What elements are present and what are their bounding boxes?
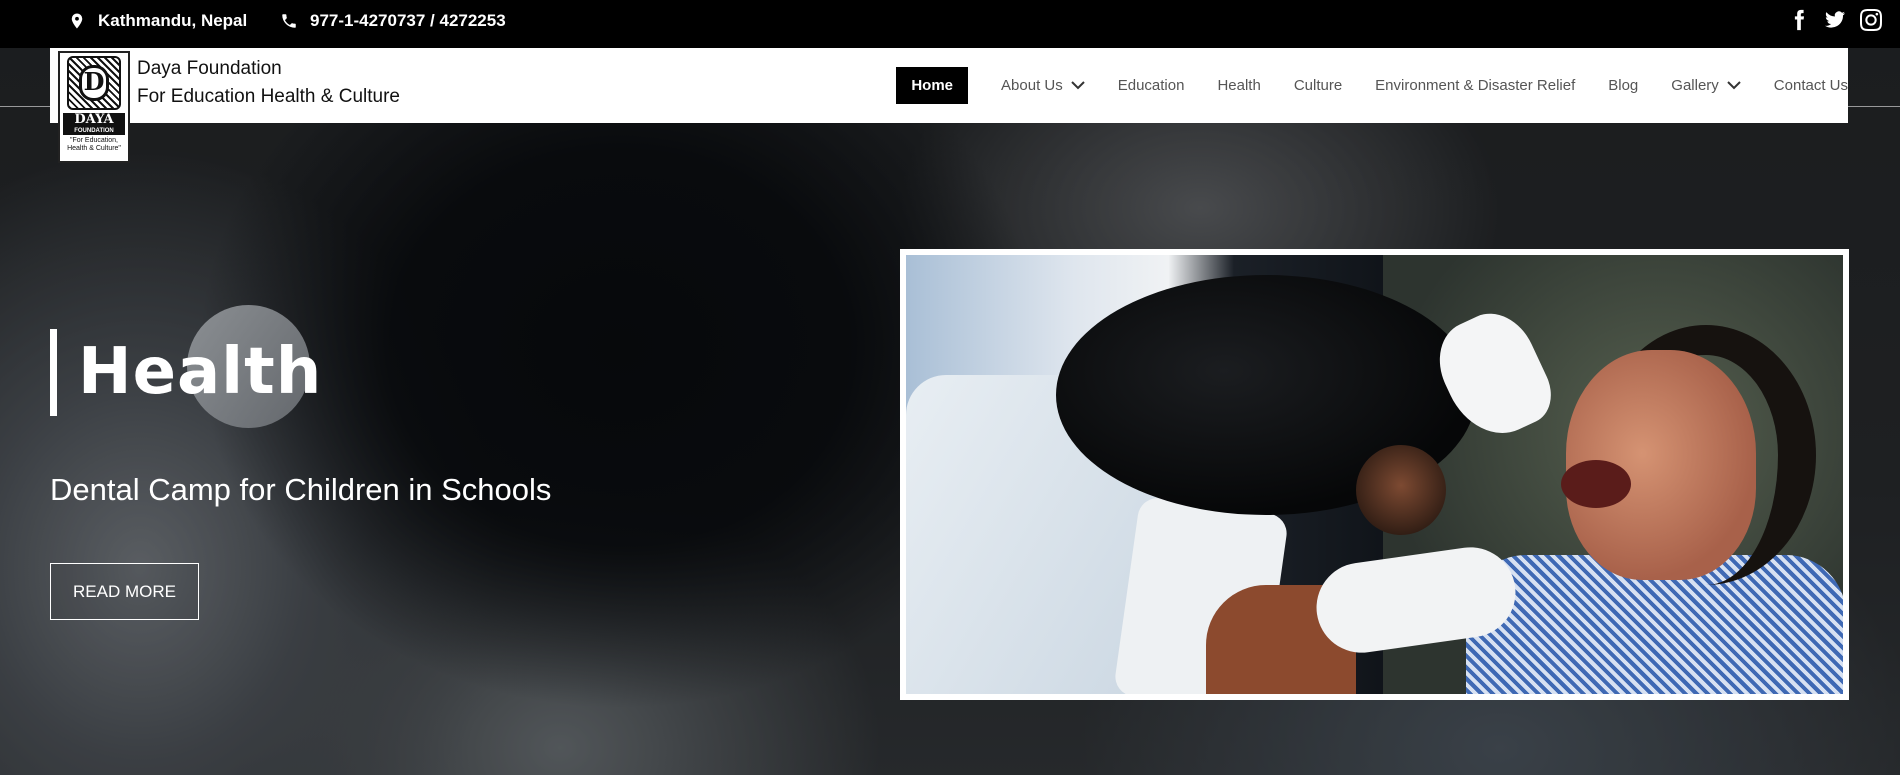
nav-item-home[interactable]: Home xyxy=(896,67,969,104)
nav-item-health[interactable]: Health xyxy=(1217,77,1260,94)
nav-label: Health xyxy=(1217,77,1261,94)
nav-item-gallery[interactable]: Gallery xyxy=(1671,77,1741,94)
nav-item-contact-us[interactable]: Contact Us xyxy=(1774,77,1848,94)
top-bar: Kathmandu, Nepal 977-1-4270737 / 4272253 xyxy=(0,0,1900,48)
dental-camp-photo xyxy=(906,255,1843,694)
logo-letter: D xyxy=(79,65,109,101)
phone-icon xyxy=(282,14,296,28)
logo-name: DAYA xyxy=(63,113,125,127)
nav-item-environment[interactable]: Environment & Disaster Relief xyxy=(1375,77,1575,94)
photo-shape xyxy=(1561,460,1631,508)
nav-label: Culture xyxy=(1293,77,1343,94)
brand-line-1: Daya Foundation xyxy=(137,58,282,79)
logo-mark: D xyxy=(67,56,121,110)
nav-label: About Us xyxy=(1001,77,1063,94)
brand-line-2: For Education Health & Culture xyxy=(137,86,400,107)
nav-label: Gallery xyxy=(1671,77,1719,94)
read-more-button[interactable]: READ MORE xyxy=(50,563,199,620)
brand-name[interactable]: Daya Foundation For Education Health & C… xyxy=(137,55,400,111)
nav-item-education[interactable]: Education xyxy=(1118,77,1185,94)
phone-text: 977-1-4270737 / 4272253 xyxy=(310,11,506,30)
hero-title: Dental Camp for Children in Schools xyxy=(50,472,552,507)
facebook-icon[interactable] xyxy=(1788,9,1810,31)
location-info: Kathmandu, Nepal xyxy=(68,11,247,31)
chevron-down-icon xyxy=(1071,81,1085,90)
nav-item-blog[interactable]: Blog xyxy=(1608,77,1638,94)
main-nav: Home About Us Education Health Culture E… xyxy=(896,67,1848,104)
social-links xyxy=(1788,9,1882,31)
chevron-down-icon xyxy=(1727,81,1741,90)
location-pin-icon xyxy=(71,13,83,29)
logo-tagline: "For Education, Health & Culture" xyxy=(67,137,121,152)
twitter-icon[interactable] xyxy=(1824,9,1846,31)
nav-item-culture[interactable]: Culture xyxy=(1294,77,1342,94)
nav-item-about-us[interactable]: About Us xyxy=(1001,77,1085,94)
instagram-icon[interactable] xyxy=(1860,9,1882,31)
site-logo[interactable]: D DAYA FOUNDATION "For Education, Health… xyxy=(58,51,130,163)
nav-label: Education xyxy=(1117,77,1185,94)
logo-sub: FOUNDATION xyxy=(63,127,125,135)
phone-info[interactable]: 977-1-4270737 / 4272253 xyxy=(280,11,506,31)
category-accent-bar xyxy=(50,329,57,416)
nav-label: Home xyxy=(911,77,954,94)
nav-label: Blog xyxy=(1608,77,1639,94)
featured-photo xyxy=(900,249,1849,700)
location-text: Kathmandu, Nepal xyxy=(98,11,248,30)
photo-shape xyxy=(1356,445,1446,535)
nav-label: Environment & Disaster Relief xyxy=(1375,77,1576,94)
nav-label: Contact Us xyxy=(1773,77,1848,94)
hero-category: Health xyxy=(78,335,323,409)
